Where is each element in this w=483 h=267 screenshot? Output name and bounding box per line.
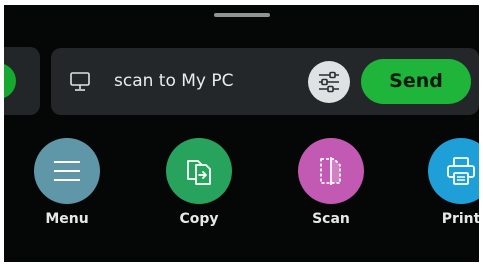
app-copy[interactable]: Copy [154, 138, 244, 228]
sliders-icon [319, 71, 339, 93]
app-print-circle[interactable] [428, 138, 479, 204]
app-copy-circle[interactable] [166, 138, 232, 204]
hamburger-menu-icon [54, 161, 80, 181]
app-print[interactable]: Print [416, 138, 479, 228]
app-print-label: Print [441, 211, 479, 227]
shortcut-label: scan to My PC [114, 71, 234, 91]
copy-documents-icon [187, 160, 211, 185]
app-menu[interactable]: Menu [22, 138, 112, 228]
scan-document-icon [320, 157, 341, 185]
home-screen: scan to My PC Send Menu Copy Scan Print [4, 5, 479, 262]
app-copy-label: Copy [179, 211, 219, 227]
app-scan[interactable]: Scan [286, 138, 376, 228]
app-scan-circle[interactable] [298, 138, 364, 204]
shortcut-card[interactable]: scan to My PC Send [51, 48, 479, 115]
printer-icon [447, 157, 475, 185]
desktop-computer-icon [69, 71, 91, 93]
app-menu-label: Menu [45, 211, 89, 227]
shortcut-settings-button[interactable] [308, 61, 350, 103]
app-scan-label: Scan [312, 211, 350, 227]
previous-shortcut-card[interactable] [4, 47, 40, 115]
app-menu-circle[interactable] [34, 138, 100, 204]
send-button[interactable]: Send [361, 59, 471, 104]
drag-handle[interactable] [214, 13, 270, 17]
previous-card-send-button[interactable] [4, 63, 16, 99]
